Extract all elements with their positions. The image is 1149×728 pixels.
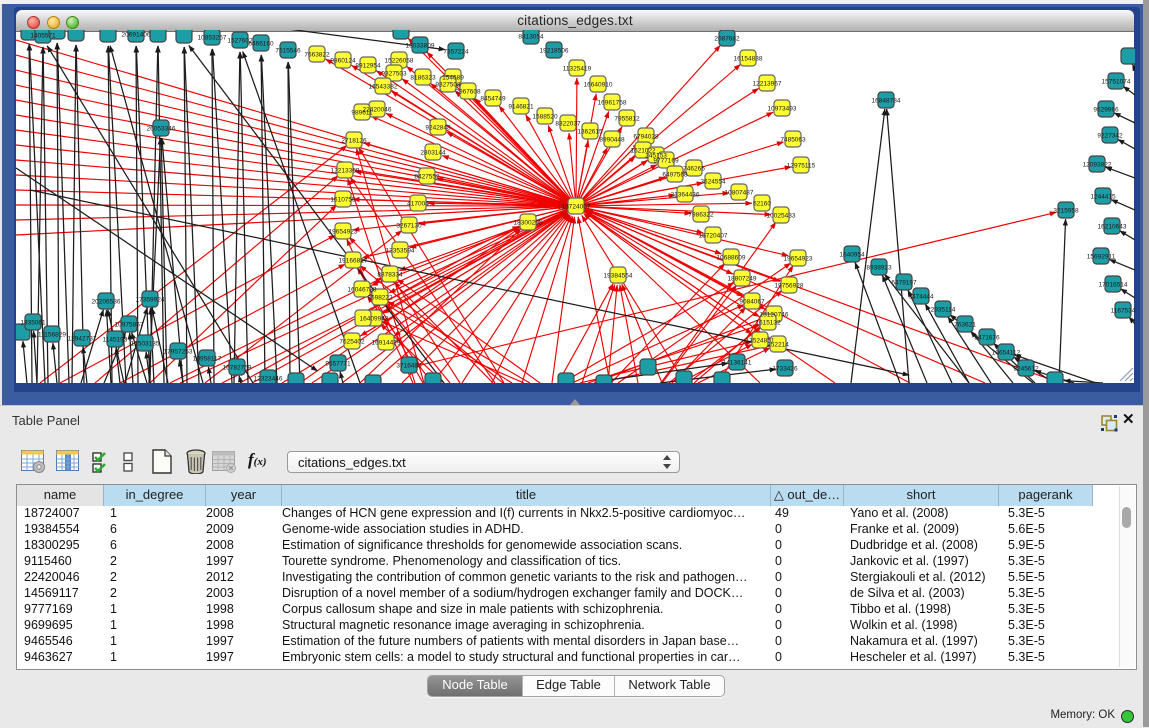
svg-text:7986322: 7986322 [688,212,714,219]
svg-text:9529966: 9529966 [1093,107,1119,114]
svg-text:19756928: 19756928 [775,283,804,290]
svg-text:10807487: 10807487 [725,190,754,197]
svg-text:8454749: 8454749 [480,96,506,103]
svg-text:1610755: 1610755 [330,197,356,204]
svg-text:19166827: 19166827 [339,258,368,265]
svg-text:19654923: 19654923 [784,256,813,263]
svg-text:9698222: 9698222 [367,295,393,302]
svg-text:9146821: 9146821 [508,104,534,111]
svg-text:19654923: 19654923 [329,229,358,236]
svg-text:1733426: 1733426 [772,366,798,373]
svg-text:8471676: 8471676 [974,335,1000,342]
svg-text:1935061: 1935061 [20,320,46,327]
svg-text:10688609: 10688609 [717,255,746,262]
svg-text:3215958: 3215958 [1053,208,1079,215]
svg-text:8878334: 8878334 [377,272,403,279]
svg-text:9227342: 9227342 [1097,133,1123,140]
svg-text:11156829: 11156829 [38,332,66,339]
svg-text:17359924: 17359924 [136,297,165,304]
svg-text:763621: 763621 [954,322,976,329]
svg-text:7955812: 7955812 [614,116,640,123]
svg-text:9777169: 9777169 [653,158,679,165]
svg-text:16914479: 16914479 [372,340,401,347]
svg-text:16046788: 16046788 [348,287,377,294]
svg-text:9327508: 9327508 [435,82,461,89]
svg-text:10025433: 10025433 [767,213,796,220]
svg-text:16409948: 16409948 [360,316,389,323]
svg-text:746266: 746266 [683,166,705,173]
svg-text:12213369: 12213369 [331,168,360,175]
svg-text:1362615: 1362615 [577,129,603,136]
svg-text:18807249: 18807249 [728,276,757,283]
svg-text:16782759: 16782759 [223,365,252,372]
svg-text:3624554: 3624554 [700,179,726,186]
svg-text:16848784: 16848784 [872,98,901,105]
svg-text:12942737: 12942737 [68,336,97,343]
svg-text:16120746: 16120746 [760,312,789,319]
svg-text:1615132: 1615132 [755,320,781,327]
svg-text:8938923: 8938923 [866,265,892,272]
svg-text:7625402: 7625402 [339,339,365,346]
svg-text:252214: 252214 [767,342,789,349]
svg-text:3716485: 3716485 [396,363,422,370]
svg-text:15751074: 15751074 [1102,79,1131,86]
svg-text:1167534: 1167534 [1111,308,1135,315]
svg-text:16210643: 16210643 [1098,224,1127,231]
svg-text:9474444: 9474444 [908,294,934,301]
svg-text:12093822: 12093822 [1083,162,1112,169]
svg-text:17016514: 17016514 [1099,282,1128,289]
svg-text:21364436: 21364436 [671,192,700,199]
svg-text:1640954: 1640954 [839,252,865,259]
svg-text:7485063: 7485063 [780,137,806,144]
svg-text:15692911: 15692911 [1087,254,1116,261]
svg-text:8322037: 8322037 [555,121,581,128]
svg-text:9245612: 9245612 [1013,366,1039,373]
svg-text:3267130: 3267130 [396,223,422,230]
svg-text:1244415: 1244415 [1090,194,1116,201]
svg-text:10975867: 10975867 [115,322,144,329]
svg-text:12353594: 12353594 [386,248,415,255]
svg-text:16640910: 16640910 [584,82,613,89]
svg-text:16961758: 16961758 [598,100,627,107]
svg-text:14136141: 14136141 [723,360,752,367]
svg-text:15720407: 15720407 [699,233,728,240]
svg-text:2803144: 2803144 [420,150,446,157]
svg-text:417004: 417004 [407,201,429,208]
svg-text:12503135: 12503135 [131,341,160,348]
svg-text:10973493: 10973493 [768,106,797,113]
svg-text:12213967: 12213967 [753,81,782,88]
svg-text:26053346: 26053346 [147,126,176,133]
svg-text:20206536: 20206536 [92,299,121,306]
svg-text:16543382: 16543382 [369,84,398,91]
svg-text:2967608: 2967608 [455,89,481,96]
svg-text:6479197: 6479197 [891,280,917,287]
svg-text:19384554: 19384554 [604,273,633,280]
svg-text:9242848: 9242848 [425,125,451,132]
svg-text:1145193: 1145193 [103,337,128,344]
svg-text:12975115: 12975115 [787,163,816,170]
svg-text:6497568: 6497568 [662,172,688,179]
svg-text:12323446: 12323446 [254,376,283,383]
svg-text:1588520: 1588520 [532,114,558,121]
svg-text:10654112: 10654112 [992,350,1021,357]
svg-text:18724007: 18724007 [562,204,591,211]
svg-text:2718126: 2718126 [341,138,367,145]
svg-text:8990448: 8990448 [599,137,625,144]
svg-text:9084067: 9084067 [739,299,765,306]
svg-text:17957253: 17957253 [164,349,193,356]
svg-text:62160: 62160 [753,201,771,208]
svg-text:2935114: 2935114 [931,307,956,314]
svg-text:9657771: 9657771 [325,361,351,368]
svg-text:989611: 989611 [351,110,373,117]
svg-text:8427552: 8427552 [414,174,440,181]
svg-text:6794028: 6794028 [633,134,659,141]
svg-text:10958117: 10958117 [193,356,222,363]
svg-text:18300295: 18300295 [514,220,543,227]
